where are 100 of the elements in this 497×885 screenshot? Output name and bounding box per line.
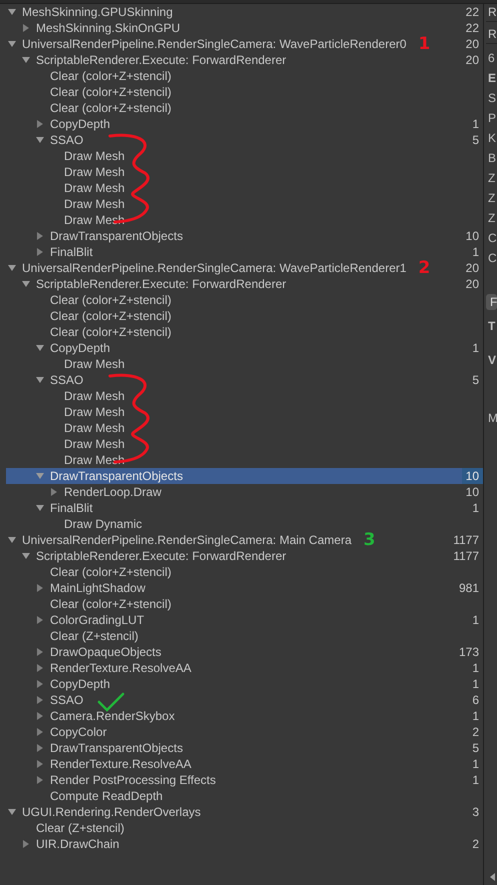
- tree-row[interactable]: Clear (color+Z+stencil): [6, 324, 483, 340]
- event-name: DrawOpaqueObjects: [50, 644, 162, 660]
- draw-call-count: 2: [472, 724, 479, 740]
- tree-row[interactable]: SSAO 5: [6, 132, 483, 148]
- expanded-arrow-icon[interactable]: [8, 536, 16, 544]
- tree-row[interactable]: Clear (Z+stencil): [6, 628, 483, 644]
- collapsed-arrow-icon[interactable]: [36, 120, 44, 128]
- collapsed-arrow-icon[interactable]: [36, 232, 44, 240]
- tree-row[interactable]: CopyColor 2: [6, 724, 483, 740]
- tree-row[interactable]: Camera.RenderSkybox 1: [6, 708, 483, 724]
- scroll-left-icon[interactable]: [490, 873, 496, 881]
- tree-row[interactable]: Clear (color+Z+stencil): [6, 292, 483, 308]
- collapsed-arrow-icon[interactable]: [36, 760, 44, 768]
- expanded-arrow-icon[interactable]: [36, 344, 44, 352]
- tree-row[interactable]: ScriptableRenderer.Execute: ForwardRenderer 1177: [6, 548, 483, 564]
- tree-row[interactable]: MeshSkinning.SkinOnGPU 22: [6, 20, 483, 36]
- tree-row[interactable]: FinalBlit 1: [6, 500, 483, 516]
- collapsed-arrow-icon[interactable]: [36, 616, 44, 624]
- expanded-arrow-icon[interactable]: [22, 56, 30, 64]
- tree-row[interactable]: Clear (color+Z+stencil): [6, 308, 483, 324]
- tree-row[interactable]: Compute ReadDepth: [6, 788, 483, 804]
- event-name: Clear (color+Z+stencil): [50, 308, 172, 324]
- expanded-arrow-icon[interactable]: [36, 472, 44, 480]
- tree-row[interactable]: Draw Mesh: [6, 436, 483, 452]
- expanded-arrow-icon[interactable]: [8, 808, 16, 816]
- expanded-arrow-icon[interactable]: [8, 8, 16, 16]
- panel-label: Z: [487, 170, 496, 187]
- tree-row[interactable]: Draw Mesh: [6, 420, 483, 436]
- tree-row[interactable]: UGUI.Rendering.RenderOverlays 3: [6, 804, 483, 820]
- tree-row[interactable]: Draw Mesh: [6, 404, 483, 420]
- draw-call-count: 1: [472, 340, 479, 356]
- tree-row[interactable]: CopyDepth 1: [6, 676, 483, 692]
- tree-row[interactable]: Clear (color+Z+stencil): [6, 596, 483, 612]
- tree-row[interactable]: RenderTexture.ResolveAA 1: [6, 756, 483, 772]
- expanded-arrow-icon[interactable]: [36, 376, 44, 384]
- collapsed-arrow-icon[interactable]: [36, 728, 44, 736]
- tree-row[interactable]: Clear (color+Z+stencil): [6, 564, 483, 580]
- draw-call-count: 1: [472, 756, 479, 772]
- tree-row[interactable]: Draw Mesh: [6, 180, 483, 196]
- tree-row[interactable]: UniversalRenderPipeline.RenderSingleCamera: Main Camera 3 1177: [6, 532, 483, 548]
- event-name: ScriptableRenderer.Execute: ForwardRenderer: [36, 276, 286, 292]
- expanded-arrow-icon[interactable]: [36, 136, 44, 144]
- tree-row[interactable]: MainLightShadow 981: [6, 580, 483, 596]
- tree-row[interactable]: Clear (color+Z+stencil): [6, 68, 483, 84]
- tree-row[interactable]: RenderTexture.ResolveAA 1: [6, 660, 483, 676]
- draw-call-count: 20: [466, 36, 479, 52]
- tree-row[interactable]: Draw Dynamic: [6, 516, 483, 532]
- tree-row[interactable]: ColorGradingLUT 1: [6, 612, 483, 628]
- tree-row[interactable]: Draw Mesh: [6, 388, 483, 404]
- tree-row[interactable]: MeshSkinning.GPUSkinning 22: [6, 4, 483, 20]
- expanded-arrow-icon[interactable]: [8, 264, 16, 272]
- draw-call-count: 1: [472, 500, 479, 516]
- event-name: Clear (color+Z+stencil): [50, 596, 172, 612]
- collapsed-arrow-icon[interactable]: [36, 584, 44, 592]
- event-name: CopyDepth: [50, 116, 110, 132]
- event-name: Draw Mesh: [64, 180, 125, 196]
- tree-row[interactable]: Clear (Z+stencil): [6, 820, 483, 836]
- collapsed-arrow-icon[interactable]: [50, 488, 58, 496]
- tree-row[interactable]: Draw Mesh: [6, 196, 483, 212]
- collapsed-arrow-icon[interactable]: [36, 680, 44, 688]
- tree-row[interactable]: Render PostProcessing Effects 1: [6, 772, 483, 788]
- expanded-arrow-icon[interactable]: [36, 504, 44, 512]
- collapsed-arrow-icon[interactable]: [36, 776, 44, 784]
- tree-row[interactable]: ScriptableRenderer.Execute: ForwardRenderer 20: [6, 52, 483, 68]
- draw-call-count: 20: [466, 52, 479, 68]
- collapsed-arrow-icon[interactable]: [36, 664, 44, 672]
- tree-row[interactable]: UIR.DrawChain 2: [6, 836, 483, 852]
- tree-row[interactable]: UniversalRenderPipeline.RenderSingleCamera: WaveParticleRenderer0 1 20: [6, 36, 483, 52]
- tree-row[interactable]: Draw Mesh: [6, 148, 483, 164]
- collapsed-arrow-icon[interactable]: [22, 24, 30, 32]
- tree-row[interactable]: SSAO 5: [6, 372, 483, 388]
- tree-row[interactable]: DrawTransparentObjects 10: [6, 468, 483, 484]
- panel-button[interactable]: F: [486, 294, 497, 310]
- tree-row[interactable]: SSAO 6: [6, 692, 483, 708]
- tree-row[interactable]: DrawTransparentObjects 10: [6, 228, 483, 244]
- collapsed-arrow-icon[interactable]: [36, 248, 44, 256]
- event-name: Clear (color+Z+stencil): [50, 324, 172, 340]
- collapsed-arrow-icon[interactable]: [36, 712, 44, 720]
- expanded-arrow-icon[interactable]: [22, 280, 30, 288]
- tree-row[interactable]: CopyDepth 1: [6, 116, 483, 132]
- event-name: CopyDepth: [50, 340, 110, 356]
- tree-row[interactable]: UniversalRenderPipeline.RenderSingleCamera: WaveParticleRenderer1 2 20: [6, 260, 483, 276]
- tree-row[interactable]: FinalBlit 1: [6, 244, 483, 260]
- tree-row[interactable]: DrawTransparentObjects 5: [6, 740, 483, 756]
- tree-row[interactable]: Draw Mesh: [6, 164, 483, 180]
- tree-row[interactable]: RenderLoop.Draw 10: [6, 484, 483, 500]
- tree-row[interactable]: ScriptableRenderer.Execute: ForwardRenderer 20: [6, 276, 483, 292]
- tree-row[interactable]: Draw Mesh: [6, 356, 483, 372]
- collapsed-arrow-icon[interactable]: [36, 696, 44, 704]
- tree-row[interactable]: Clear (color+Z+stencil): [6, 84, 483, 100]
- expanded-arrow-icon[interactable]: [8, 40, 16, 48]
- expanded-arrow-icon[interactable]: [22, 552, 30, 560]
- panel-field[interactable]: R: [486, 26, 497, 44]
- tree-row[interactable]: Clear (color+Z+stencil): [6, 100, 483, 116]
- tree-row[interactable]: DrawOpaqueObjects 173: [6, 644, 483, 660]
- panel-field[interactable]: R: [486, 4, 497, 22]
- collapsed-arrow-icon[interactable]: [22, 840, 30, 848]
- collapsed-arrow-icon[interactable]: [36, 744, 44, 752]
- collapsed-arrow-icon[interactable]: [36, 648, 44, 656]
- tree-row[interactable]: CopyDepth 1: [6, 340, 483, 356]
